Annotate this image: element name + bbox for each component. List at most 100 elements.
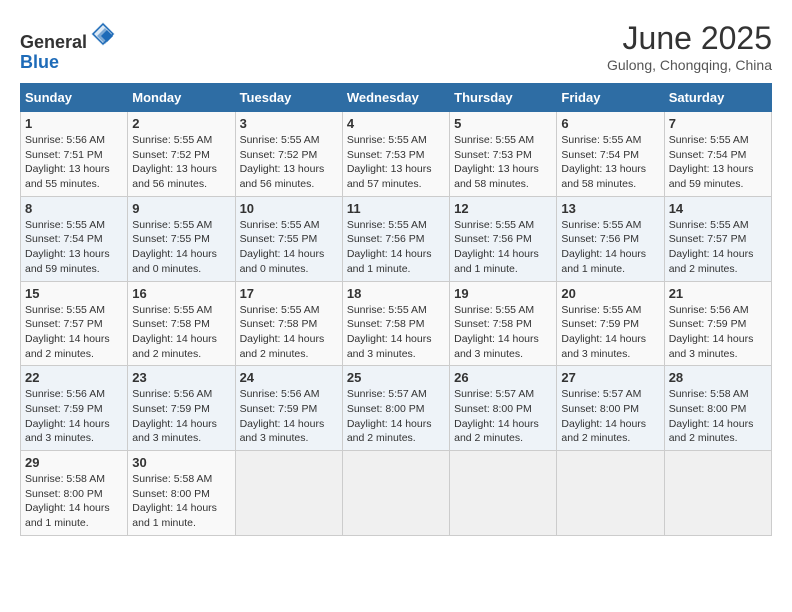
col-monday: Monday (128, 84, 235, 112)
day-number: 12 (454, 201, 552, 216)
calendar-cell: 17 Sunrise: 5:55 AM Sunset: 7:58 PM Dayli… (235, 281, 342, 366)
calendar-week-row: 29Sunrise: 5:58 AM Sunset: 8:00 PM Dayli… (21, 451, 772, 536)
calendar-cell: 29Sunrise: 5:58 AM Sunset: 8:00 PM Dayli… (21, 451, 128, 536)
calendar-cell: 16 Sunrise: 5:55 AM Sunset: 7:58 PM Dayli… (128, 281, 235, 366)
month-title: June 2025 (607, 20, 772, 57)
calendar-cell (557, 451, 664, 536)
day-info: Sunrise: 5:56 AM Sunset: 7:59 PM Dayligh… (25, 387, 123, 446)
page-header: General Blue June 2025 Gulong, Chongqing… (20, 20, 772, 73)
calendar-cell: 24 Sunrise: 5:56 AM Sunset: 7:59 PM Dayli… (235, 366, 342, 451)
day-number: 7 (669, 116, 767, 131)
day-number: 10 (240, 201, 338, 216)
calendar-cell: 9 Sunrise: 5:55 AM Sunset: 7:55 PM Daylig… (128, 196, 235, 281)
day-info: Sunrise: 5:55 AM Sunset: 7:55 PM Dayligh… (240, 218, 338, 277)
day-info: Sunrise: 5:55 AM Sunset: 7:54 PM Dayligh… (669, 133, 767, 192)
day-info: Sunrise: 5:58 AM Sunset: 8:00 PM Dayligh… (669, 387, 767, 446)
day-number: 23 (132, 370, 230, 385)
calendar-cell: 15 Sunrise: 5:55 AM Sunset: 7:57 PM Dayli… (21, 281, 128, 366)
day-info: Sunrise: 5:55 AM Sunset: 7:59 PM Dayligh… (561, 303, 659, 362)
day-info: Sunrise: 5:57 AM Sunset: 8:00 PM Dayligh… (454, 387, 552, 446)
calendar-week-row: 15 Sunrise: 5:55 AM Sunset: 7:57 PM Dayli… (21, 281, 772, 366)
day-number: 9 (132, 201, 230, 216)
day-number: 22 (25, 370, 123, 385)
calendar-cell (664, 451, 771, 536)
calendar-cell: 23Sunrise: 5:56 AM Sunset: 7:59 PM Dayli… (128, 366, 235, 451)
calendar-week-row: 8 Sunrise: 5:55 AM Sunset: 7:54 PM Daylig… (21, 196, 772, 281)
day-number: 24 (240, 370, 338, 385)
day-number: 3 (240, 116, 338, 131)
logo-icon (89, 20, 117, 48)
calendar-header-row: Sunday Monday Tuesday Wednesday Thursday… (21, 84, 772, 112)
day-number: 18 (347, 286, 445, 301)
day-info: Sunrise: 5:55 AM Sunset: 7:54 PM Dayligh… (561, 133, 659, 192)
calendar-cell: 14Sunrise: 5:55 AM Sunset: 7:57 PM Dayli… (664, 196, 771, 281)
calendar-cell: 19 Sunrise: 5:55 AM Sunset: 7:58 PM Dayli… (450, 281, 557, 366)
col-saturday: Saturday (664, 84, 771, 112)
day-info: Sunrise: 5:56 AM Sunset: 7:59 PM Dayligh… (669, 303, 767, 362)
day-number: 27 (561, 370, 659, 385)
calendar-cell: 6 Sunrise: 5:55 AM Sunset: 7:54 PM Daylig… (557, 112, 664, 197)
calendar-cell (342, 451, 449, 536)
day-number: 1 (25, 116, 123, 131)
col-sunday: Sunday (21, 84, 128, 112)
calendar-cell: 27 Sunrise: 5:57 AM Sunset: 8:00 PM Dayli… (557, 366, 664, 451)
calendar-cell: 28Sunrise: 5:58 AM Sunset: 8:00 PM Dayli… (664, 366, 771, 451)
calendar-cell: 4 Sunrise: 5:55 AM Sunset: 7:53 PM Daylig… (342, 112, 449, 197)
day-number: 6 (561, 116, 659, 131)
title-area: June 2025 Gulong, Chongqing, China (607, 20, 772, 73)
day-info: Sunrise: 5:55 AM Sunset: 7:55 PM Dayligh… (132, 218, 230, 277)
day-info: Sunrise: 5:55 AM Sunset: 7:56 PM Dayligh… (561, 218, 659, 277)
calendar-cell: 21Sunrise: 5:56 AM Sunset: 7:59 PM Dayli… (664, 281, 771, 366)
calendar-cell: 10 Sunrise: 5:55 AM Sunset: 7:55 PM Dayli… (235, 196, 342, 281)
day-info: Sunrise: 5:55 AM Sunset: 7:58 PM Dayligh… (132, 303, 230, 362)
calendar-cell: 2 Sunrise: 5:55 AM Sunset: 7:52 PM Daylig… (128, 112, 235, 197)
calendar-week-row: 1 Sunrise: 5:56 AM Sunset: 7:51 PM Daylig… (21, 112, 772, 197)
calendar-cell: 8 Sunrise: 5:55 AM Sunset: 7:54 PM Daylig… (21, 196, 128, 281)
day-info: Sunrise: 5:55 AM Sunset: 7:53 PM Dayligh… (347, 133, 445, 192)
day-info: Sunrise: 5:55 AM Sunset: 7:56 PM Dayligh… (454, 218, 552, 277)
day-number: 17 (240, 286, 338, 301)
day-info: Sunrise: 5:58 AM Sunset: 8:00 PM Dayligh… (132, 472, 230, 531)
day-info: Sunrise: 5:55 AM Sunset: 7:57 PM Dayligh… (25, 303, 123, 362)
day-number: 11 (347, 201, 445, 216)
col-friday: Friday (557, 84, 664, 112)
day-number: 15 (25, 286, 123, 301)
calendar-cell: 25 Sunrise: 5:57 AM Sunset: 8:00 PM Dayli… (342, 366, 449, 451)
day-number: 14 (669, 201, 767, 216)
day-info: Sunrise: 5:56 AM Sunset: 7:59 PM Dayligh… (240, 387, 338, 446)
day-number: 8 (25, 201, 123, 216)
day-number: 20 (561, 286, 659, 301)
calendar-cell: 13Sunrise: 5:55 AM Sunset: 7:56 PM Dayli… (557, 196, 664, 281)
day-number: 4 (347, 116, 445, 131)
col-thursday: Thursday (450, 84, 557, 112)
calendar-cell: 30 Sunrise: 5:58 AM Sunset: 8:00 PM Dayli… (128, 451, 235, 536)
day-info: Sunrise: 5:55 AM Sunset: 7:53 PM Dayligh… (454, 133, 552, 192)
logo: General Blue (20, 20, 117, 73)
calendar-cell: 11Sunrise: 5:55 AM Sunset: 7:56 PM Dayli… (342, 196, 449, 281)
calendar-cell: 20 Sunrise: 5:55 AM Sunset: 7:59 PM Dayli… (557, 281, 664, 366)
location-title: Gulong, Chongqing, China (607, 57, 772, 73)
calendar-cell: 7 Sunrise: 5:55 AM Sunset: 7:54 PM Daylig… (664, 112, 771, 197)
day-number: 30 (132, 455, 230, 470)
day-number: 16 (132, 286, 230, 301)
day-number: 2 (132, 116, 230, 131)
day-info: Sunrise: 5:55 AM Sunset: 7:58 PM Dayligh… (454, 303, 552, 362)
calendar-cell: 18Sunrise: 5:55 AM Sunset: 7:58 PM Dayli… (342, 281, 449, 366)
day-number: 5 (454, 116, 552, 131)
calendar-cell: 5 Sunrise: 5:55 AM Sunset: 7:53 PM Daylig… (450, 112, 557, 197)
day-number: 25 (347, 370, 445, 385)
calendar-table: Sunday Monday Tuesday Wednesday Thursday… (20, 83, 772, 536)
day-info: Sunrise: 5:57 AM Sunset: 8:00 PM Dayligh… (347, 387, 445, 446)
calendar-cell: 3Sunrise: 5:55 AM Sunset: 7:52 PM Daylig… (235, 112, 342, 197)
day-info: Sunrise: 5:57 AM Sunset: 8:00 PM Dayligh… (561, 387, 659, 446)
day-info: Sunrise: 5:58 AM Sunset: 8:00 PM Dayligh… (25, 472, 123, 531)
day-info: Sunrise: 5:55 AM Sunset: 7:54 PM Dayligh… (25, 218, 123, 277)
day-info: Sunrise: 5:55 AM Sunset: 7:58 PM Dayligh… (240, 303, 338, 362)
day-number: 19 (454, 286, 552, 301)
col-tuesday: Tuesday (235, 84, 342, 112)
calendar-cell: 26 Sunrise: 5:57 AM Sunset: 8:00 PM Dayli… (450, 366, 557, 451)
day-number: 26 (454, 370, 552, 385)
calendar-week-row: 22 Sunrise: 5:56 AM Sunset: 7:59 PM Dayli… (21, 366, 772, 451)
day-info: Sunrise: 5:56 AM Sunset: 7:51 PM Dayligh… (25, 133, 123, 192)
day-info: Sunrise: 5:55 AM Sunset: 7:52 PM Dayligh… (132, 133, 230, 192)
